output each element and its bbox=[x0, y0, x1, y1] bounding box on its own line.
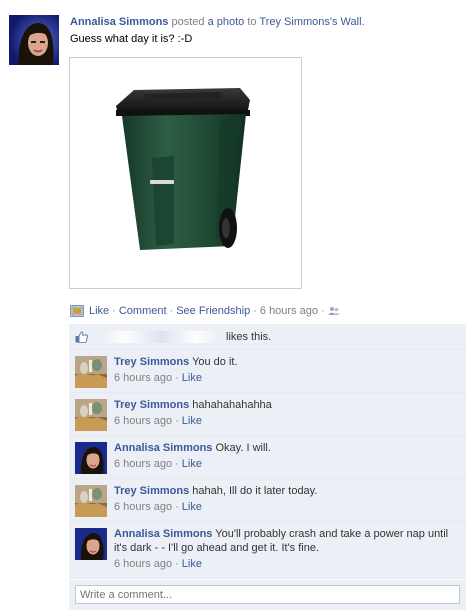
post-header: Annalisa Simmons posted a photo to Trey … bbox=[70, 15, 460, 29]
thumbs-up-icon bbox=[75, 330, 88, 343]
commenter-name-link[interactable]: Trey Simmons bbox=[114, 356, 189, 368]
see-friendship-link[interactable]: See Friendship bbox=[176, 304, 250, 318]
comment-text: hahahahahahha bbox=[192, 399, 272, 411]
commenter-avatar[interactable] bbox=[75, 399, 107, 431]
comment-text: You do it. bbox=[192, 356, 238, 368]
separator: · bbox=[253, 305, 257, 317]
comment-content: Trey Simmons You do it. bbox=[114, 355, 454, 369]
commenter-name-link[interactable]: Trey Simmons bbox=[114, 485, 189, 497]
comment-meta: 6 hours ago · Like bbox=[114, 371, 454, 385]
comment-text: hahah, Ill do it later today. bbox=[192, 485, 318, 497]
post-verb: posted bbox=[171, 16, 205, 28]
comment-body: Trey Simmons hahahahahahha 6 hours ago · Li… bbox=[114, 393, 454, 435]
photo-icon bbox=[70, 305, 84, 317]
commenter-name-link[interactable]: Annalisa Simmons bbox=[114, 442, 212, 454]
comment-row: Annalisa Simmons Okay. I will. 6 hours ag… bbox=[69, 436, 466, 479]
likes-summary: likes this. bbox=[69, 324, 466, 350]
separator: · bbox=[112, 305, 116, 317]
separator: · bbox=[175, 501, 179, 513]
feedback-section: likes this. Trey Simmons You do it. 6 hou… bbox=[69, 324, 466, 579]
comment-post-link[interactable]: Comment bbox=[119, 304, 167, 318]
commenter-avatar[interactable] bbox=[75, 528, 107, 560]
comment-body: Trey Simmons You do it. 6 hours ago · Like bbox=[114, 350, 454, 392]
commenter-name-link[interactable]: Trey Simmons bbox=[114, 399, 189, 411]
comment-row: Trey Simmons You do it. 6 hours ago · Like bbox=[69, 350, 466, 393]
separator: · bbox=[169, 305, 174, 317]
separator: · bbox=[175, 415, 179, 427]
comment-like-link[interactable]: Like bbox=[182, 458, 202, 470]
comment-content: Annalisa Simmons Okay. I will. bbox=[114, 441, 454, 455]
comment-content: Annalisa Simmons You'll probably crash a… bbox=[114, 527, 454, 555]
write-comment-input[interactable] bbox=[75, 585, 460, 604]
post-author-avatar[interactable] bbox=[9, 15, 59, 65]
comment-timestamp[interactable]: 6 hours ago bbox=[114, 415, 172, 427]
like-post-link[interactable]: Like bbox=[89, 304, 109, 318]
comment-meta: 6 hours ago · Like bbox=[114, 414, 454, 428]
write-comment-box bbox=[69, 580, 466, 610]
comment-meta: 6 hours ago · Like bbox=[114, 557, 454, 571]
comment-like-link[interactable]: Like bbox=[182, 501, 202, 513]
comment-row: Trey Simmons hahah, Ill do it later toda… bbox=[69, 479, 466, 522]
redacted-names bbox=[102, 330, 220, 343]
comment-meta: 6 hours ago · Like bbox=[114, 500, 454, 514]
separator: · bbox=[175, 558, 179, 570]
comment-content: Trey Simmons hahahahahahha bbox=[114, 398, 454, 412]
comment-body: Annalisa Simmons Okay. I will. 6 hours ag… bbox=[114, 436, 454, 478]
commenter-name-link[interactable]: Annalisa Simmons bbox=[114, 528, 212, 540]
comment-meta: 6 hours ago · Like bbox=[114, 457, 454, 471]
comment-body: Annalisa Simmons You'll probably crash a… bbox=[114, 522, 454, 578]
comment-like-link[interactable]: Like bbox=[182, 415, 202, 427]
comment-timestamp[interactable]: 6 hours ago bbox=[114, 458, 172, 470]
separator: · bbox=[175, 372, 179, 384]
separator: · bbox=[175, 458, 179, 470]
comment-like-link[interactable]: Like bbox=[182, 558, 202, 570]
post-to-word: to bbox=[247, 16, 257, 28]
comment-timestamp[interactable]: 6 hours ago bbox=[114, 501, 172, 513]
post-target-suffix[interactable]: 's Wall. bbox=[330, 16, 365, 28]
likes-text: likes this. bbox=[226, 330, 272, 343]
friends-audience-icon[interactable] bbox=[328, 306, 340, 316]
comment-timestamp[interactable]: 6 hours ago bbox=[114, 372, 172, 384]
commenter-avatar[interactable] bbox=[75, 442, 107, 474]
comment-row: Annalisa Simmons You'll probably crash a… bbox=[69, 522, 466, 579]
comment-like-link[interactable]: Like bbox=[182, 372, 202, 384]
post-timestamp[interactable]: 6 hours ago bbox=[260, 304, 318, 318]
post-object-link[interactable]: a photo bbox=[208, 16, 245, 28]
post-target-link[interactable]: Trey Simmons bbox=[259, 16, 330, 28]
comment-content: Trey Simmons hahah, Ill do it later toda… bbox=[114, 484, 454, 498]
comment-body: Trey Simmons hahah, Ill do it later toda… bbox=[114, 479, 454, 521]
post-action-bar: Like · Comment · See Friendship · 6 hour… bbox=[70, 303, 340, 319]
comment-timestamp[interactable]: 6 hours ago bbox=[114, 558, 172, 570]
comment-text: Okay. I will. bbox=[215, 442, 271, 454]
trash-bin-image bbox=[116, 88, 250, 250]
commenter-avatar[interactable] bbox=[75, 485, 107, 517]
post-author-link[interactable]: Annalisa Simmons bbox=[70, 16, 168, 28]
comment-list: Trey Simmons You do it. 6 hours ago · Like T… bbox=[69, 350, 466, 579]
commenter-avatar[interactable] bbox=[75, 356, 107, 388]
comment-row: Trey Simmons hahahahahahha 6 hours ago · Li… bbox=[69, 393, 466, 436]
post-message: Guess what day it is? :-D bbox=[70, 33, 193, 45]
post-photo[interactable] bbox=[69, 57, 302, 289]
separator: · bbox=[321, 305, 325, 317]
